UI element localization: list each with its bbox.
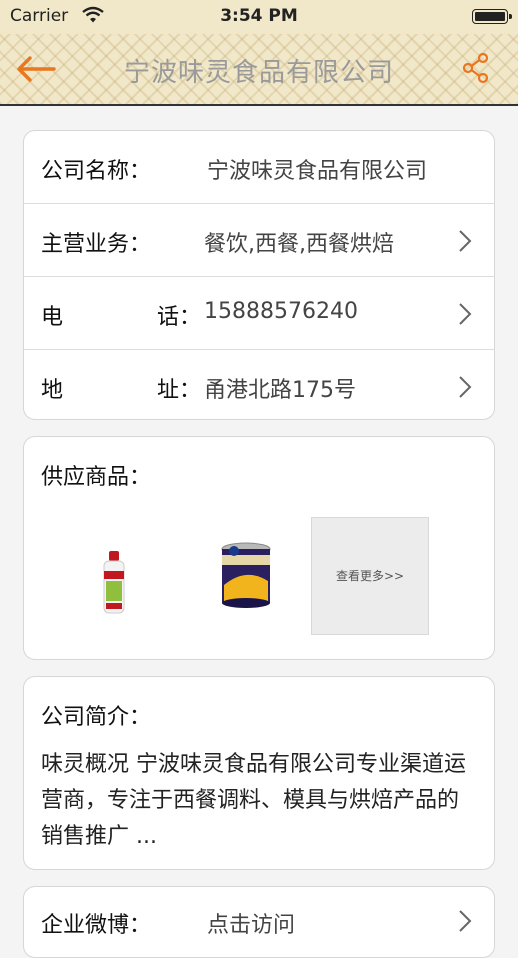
chevron-right-icon <box>459 376 472 398</box>
address-value: 甬港北路175号 <box>204 378 356 403</box>
view-more-tile[interactable]: 查看更多>> <box>311 517 429 635</box>
status-bar: Carrier 3:54 PM <box>0 0 518 34</box>
company-name-row: 公司名称： 宁波味灵食品有限公司 <box>24 131 494 204</box>
company-name-value: 宁波味灵食品有限公司 <box>207 159 428 184</box>
navigation-bar: 宁波味灵食品有限公司 <box>0 34 518 106</box>
address-label: 地址： <box>41 378 202 403</box>
business-row[interactable]: 主营业务： 餐饮,西餐,西餐烘焙 <box>24 204 494 277</box>
clock: 3:54 PM <box>220 6 298 26</box>
weibo-value: 点击访问 <box>207 913 296 938</box>
company-name-label: 公司名称： <box>41 159 152 184</box>
chevron-right-icon <box>459 910 472 932</box>
products-title: 供应商品： <box>41 465 152 490</box>
address-row[interactable]: 地址： 甬港北路175号 <box>24 350 494 419</box>
business-value: 餐饮,西餐,西餐烘焙 <box>204 232 394 257</box>
intro-title: 公司简介： <box>41 705 152 730</box>
sauce-bottle-image[interactable] <box>94 549 134 619</box>
chevron-right-icon <box>459 230 472 252</box>
phone-row[interactable]: 电话： 15888576240 <box>24 277 494 350</box>
chevron-right-icon <box>459 303 472 325</box>
phone-label: 电话： <box>41 305 202 330</box>
share-icon[interactable] <box>462 52 490 84</box>
phone-value: 15888576240 <box>204 299 358 324</box>
weibo-label: 企业微博： <box>41 913 152 938</box>
business-label: 主营业务： <box>41 232 152 257</box>
company-info-card: 公司名称： 宁波味灵食品有限公司 主营业务： 餐饮,西餐,西餐烘焙 电话： 15… <box>23 130 495 420</box>
page-title: 宁波味灵食品有限公司 <box>123 58 394 88</box>
battery-icon <box>472 9 512 24</box>
products-card: 供应商品： 查看更多>> <box>23 436 495 660</box>
company-intro-card: 公司简介： 味灵概况 宁波味灵食品有限公司专业渠道运营商，专注于西餐调料、模具与… <box>23 676 495 870</box>
intro-text: 味灵概况 宁波味灵食品有限公司专业渠道运营商，专注于西餐调料、模具与烘焙产品的销… <box>41 752 466 849</box>
weibo-card[interactable]: 企业微博： 点击访问 <box>23 886 495 958</box>
canned-fruit-image[interactable] <box>216 541 276 611</box>
